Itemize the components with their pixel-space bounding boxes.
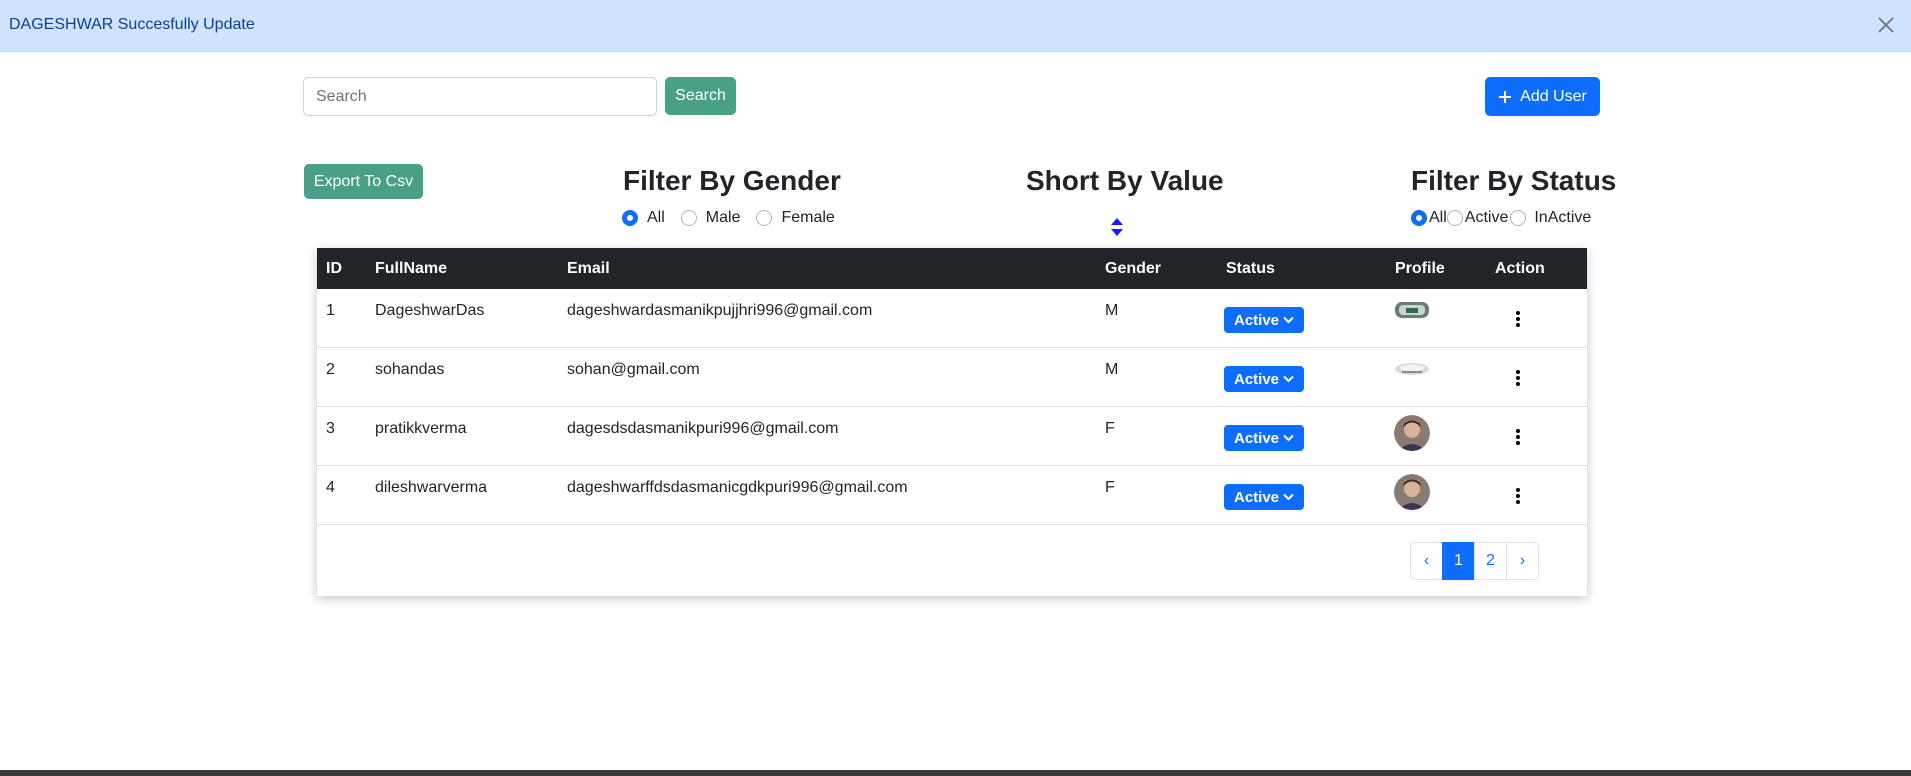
header-status: Status	[1226, 260, 1275, 277]
pagination-prev[interactable]: ‹	[1410, 542, 1443, 580]
gender-label-male: Male	[705, 209, 741, 226]
gender-radio-male[interactable]	[680, 210, 697, 226]
plus-icon	[1499, 90, 1512, 103]
header-action: Action	[1495, 260, 1545, 277]
cell-id: 3	[326, 420, 335, 437]
header-id: ID	[326, 260, 342, 277]
pagination-next[interactable]: ›	[1506, 542, 1539, 580]
cell-email: dageshwardasmanikpujjhri996@gmail.com	[567, 302, 873, 319]
table-header: ID FullName Email Gender Status Profile …	[317, 248, 1587, 289]
status-radio-inactive[interactable]	[1510, 210, 1527, 226]
status-label: Active	[1233, 488, 1280, 506]
alert-message: DAGESHWAR Succesfully Update	[9, 16, 255, 33]
status-label: Active	[1233, 311, 1280, 329]
cell-fullname: DageshwarDas	[375, 302, 485, 319]
filter-gender-title: Filter By Gender	[623, 165, 841, 196]
status-dropdown-button[interactable]: Active	[1224, 307, 1304, 333]
pagination-page-1[interactable]: 1	[1442, 542, 1475, 580]
cell-fullname: sohandas	[375, 361, 445, 378]
status-label-inactive: InActive	[1534, 209, 1592, 226]
table-row: 2 sohandas sohan@gmail.com M Active	[317, 348, 1587, 407]
cell-id: 4	[326, 479, 335, 496]
chevron-down-icon	[1283, 316, 1294, 324]
cell-id: 1	[326, 302, 335, 319]
search-button[interactable]: Search	[665, 77, 736, 115]
sort-icon[interactable]	[1110, 217, 1124, 237]
profile-image	[1395, 302, 1429, 318]
status-label-all: All	[1429, 209, 1447, 226]
header-email: Email	[567, 260, 610, 277]
bottom-bar	[0, 770, 1911, 776]
pagination: ‹ 1 2 ›	[1410, 542, 1539, 580]
users-table: ID FullName Email Gender Status Profile …	[317, 248, 1587, 596]
kebab-menu-icon[interactable]	[1507, 307, 1529, 331]
avatar	[1394, 415, 1430, 451]
header-gender: Gender	[1105, 260, 1162, 277]
export-csv-button[interactable]: Export To Csv	[304, 164, 423, 199]
filter-status-title: Filter By Status	[1411, 165, 1617, 196]
avatar	[1394, 474, 1430, 510]
table-row: 4 dileshwarverma dageshwarffdsdasmanicgd…	[317, 466, 1587, 525]
gender-radio-all[interactable]	[622, 210, 638, 226]
cell-gender: F	[1105, 420, 1115, 437]
add-user-label: Add User	[1520, 87, 1587, 105]
chevron-down-icon	[1283, 434, 1294, 442]
chevron-down-icon	[1283, 375, 1294, 383]
status-radio-all[interactable]	[1411, 210, 1427, 226]
header-fullname: FullName	[375, 260, 448, 277]
status-radio-active[interactable]	[1446, 210, 1463, 226]
success-alert: DAGESHWAR Succesfully Update	[0, 0, 1911, 52]
cell-gender: F	[1105, 479, 1115, 496]
cell-fullname: pratikkverma	[375, 420, 467, 437]
table-row: 1 DageshwarDas dageshwardasmanikpujjhri9…	[317, 289, 1587, 348]
cell-gender: M	[1105, 361, 1119, 378]
sort-title: Short By Value	[1026, 165, 1224, 196]
status-label: Active	[1233, 370, 1280, 388]
table-row: 3 pratikkverma dagesdsdasmanikpuri996@gm…	[317, 407, 1587, 466]
profile-image	[1395, 363, 1429, 375]
status-dropdown-button[interactable]: Active	[1224, 366, 1304, 392]
kebab-menu-icon[interactable]	[1507, 484, 1529, 508]
pagination-page-2[interactable]: 2	[1474, 542, 1507, 580]
status-dropdown-button[interactable]: Active	[1224, 425, 1304, 451]
status-radio-group: All Active InActive	[1411, 209, 1591, 227]
cell-email: sohan@gmail.com	[567, 361, 700, 378]
cell-gender: M	[1105, 302, 1119, 319]
cell-id: 2	[326, 361, 335, 378]
kebab-menu-icon[interactable]	[1507, 366, 1529, 390]
gender-label-female: Female	[781, 209, 835, 226]
kebab-menu-icon[interactable]	[1507, 425, 1529, 449]
cell-email: dagesdsdasmanikpuri996@gmail.com	[567, 420, 839, 437]
close-icon[interactable]	[1875, 14, 1897, 36]
status-label: Active	[1233, 429, 1280, 447]
gender-label-all: All	[647, 209, 665, 226]
gender-radio-group: All Male Female	[622, 209, 851, 227]
chevron-down-icon	[1283, 493, 1294, 501]
status-label-active: Active	[1464, 209, 1509, 226]
search-input[interactable]	[303, 77, 657, 116]
add-user-button[interactable]: Add User	[1485, 77, 1600, 116]
status-dropdown-button[interactable]: Active	[1224, 484, 1304, 510]
header-profile: Profile	[1395, 260, 1445, 277]
cell-email: dageshwarffdsdasmanicgdkpuri996@gmail.co…	[567, 479, 908, 496]
gender-radio-female[interactable]	[756, 210, 773, 226]
cell-fullname: dileshwarverma	[375, 479, 488, 496]
